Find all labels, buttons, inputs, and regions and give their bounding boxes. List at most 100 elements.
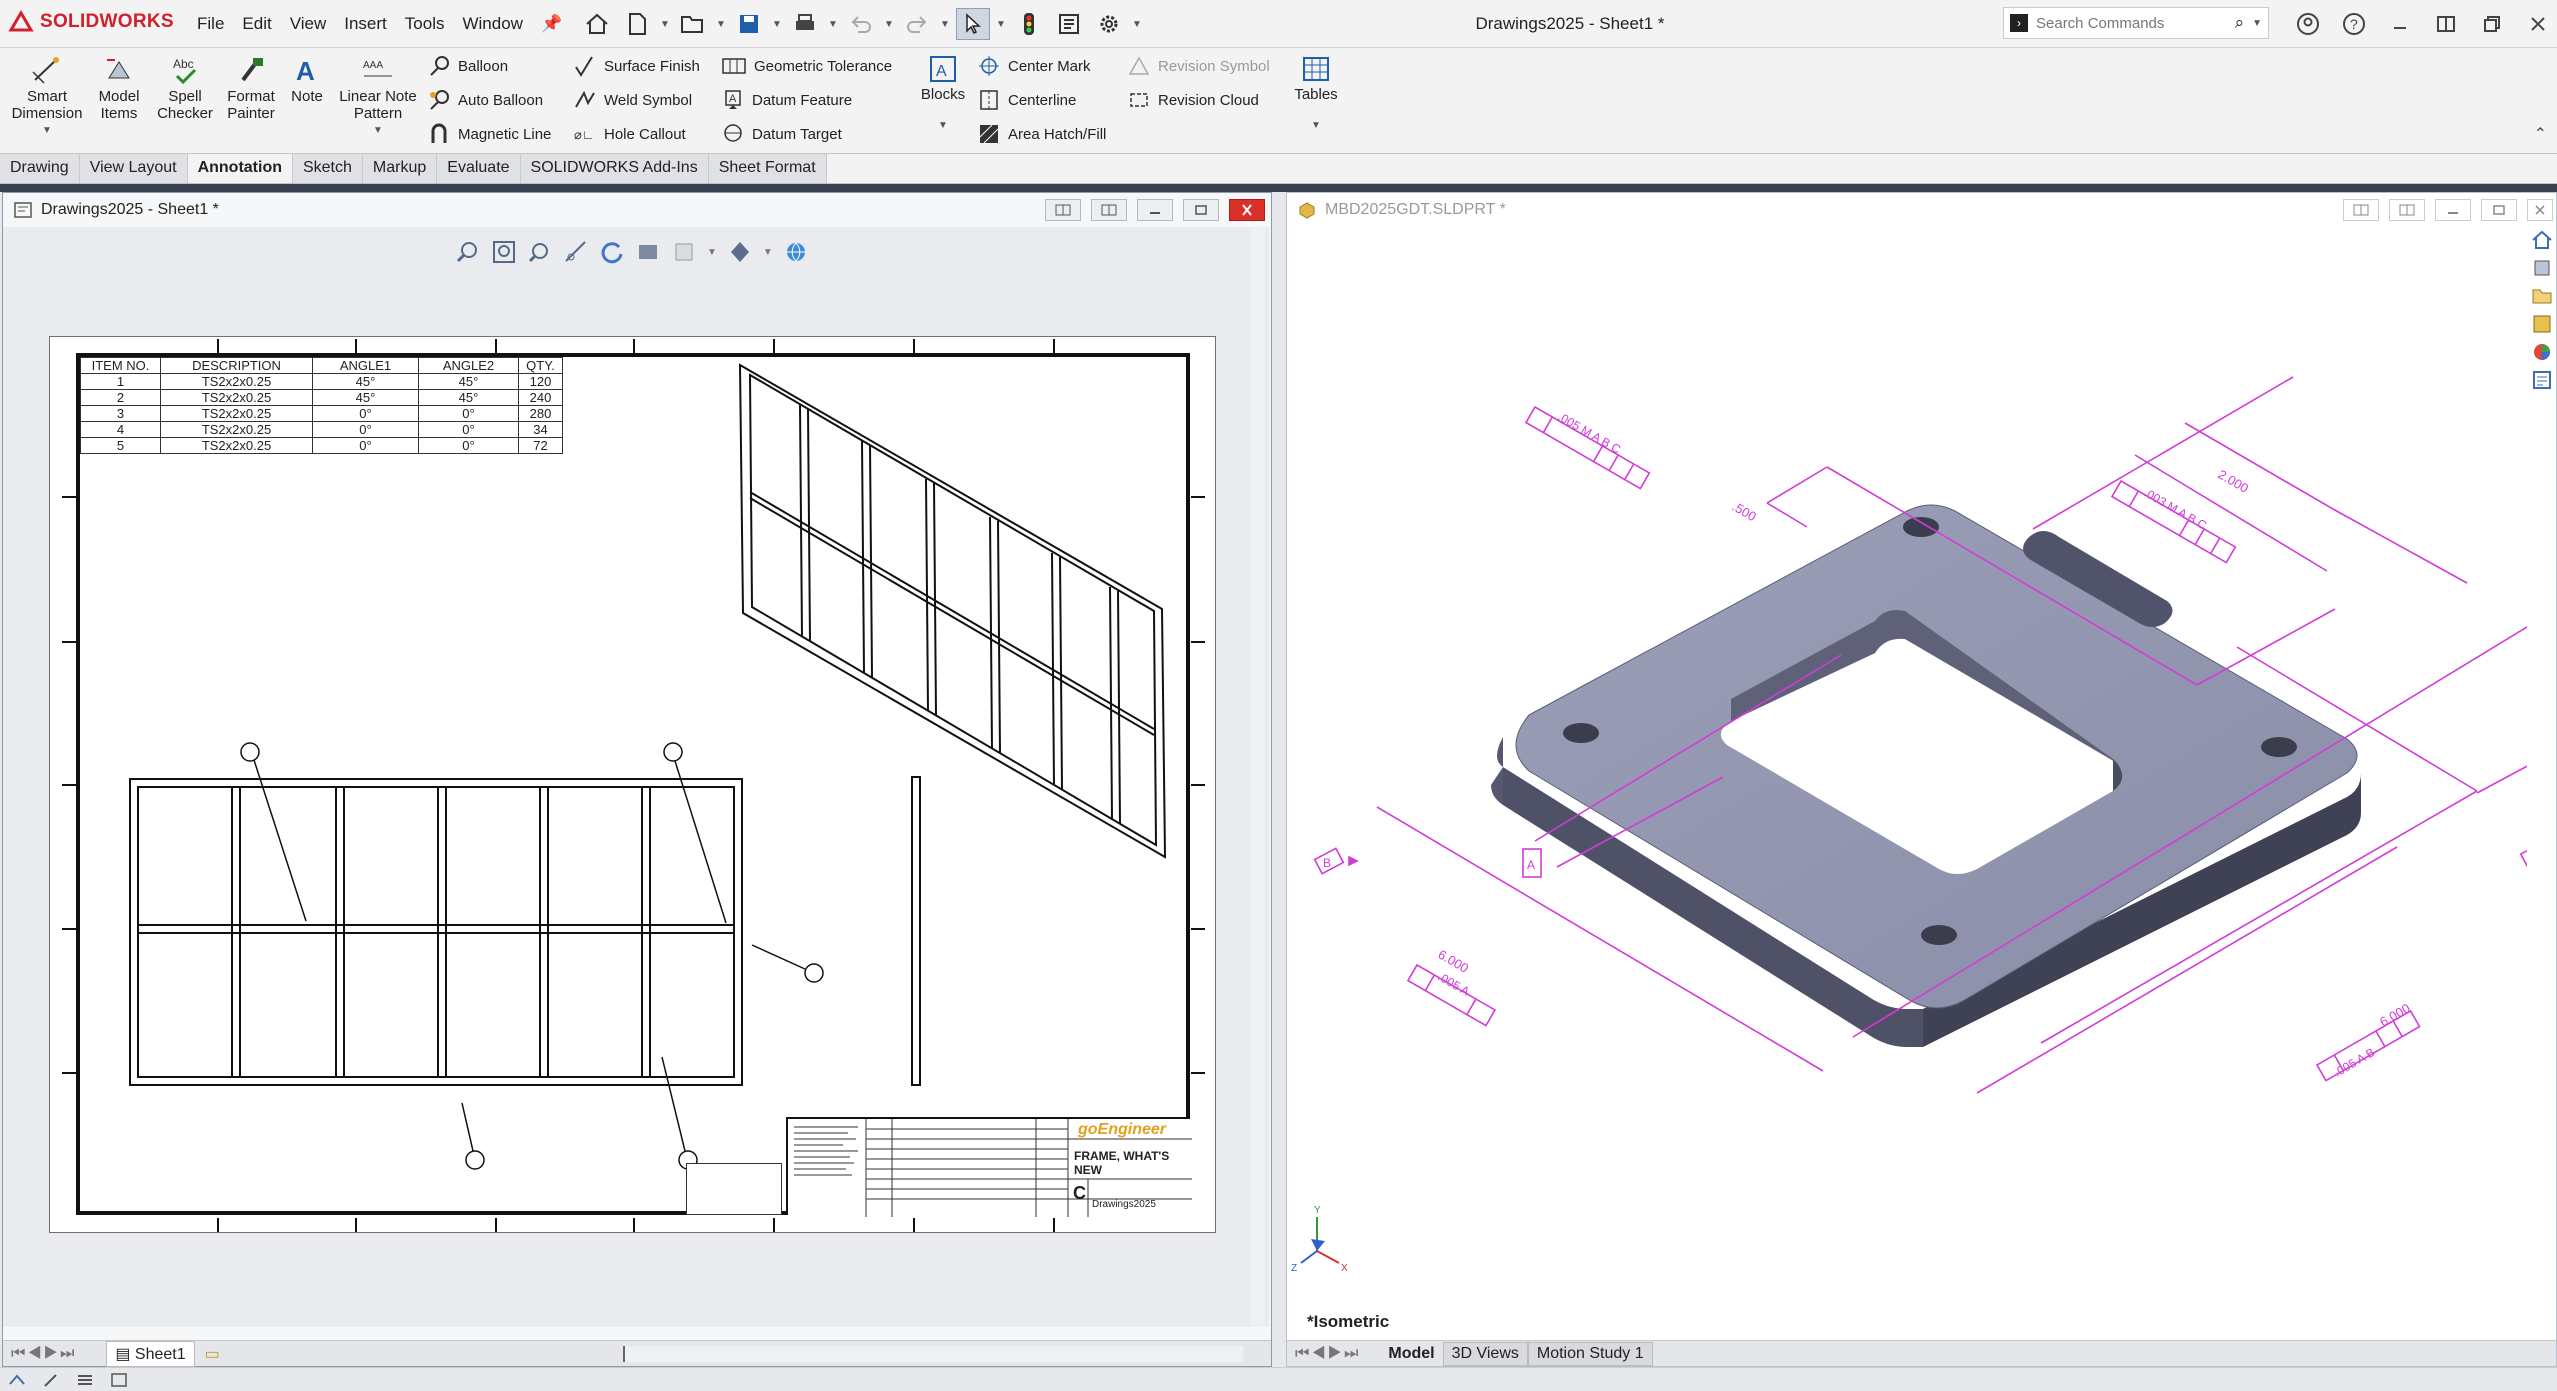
sheet-tab[interactable]: ▤ Sheet1 bbox=[106, 1340, 195, 1367]
weld-symbol-button[interactable]: Weld Symbol bbox=[574, 87, 692, 113]
menu-file[interactable]: File bbox=[188, 12, 233, 36]
rebuild-button[interactable] bbox=[1012, 8, 1046, 40]
drawing-minimize-button[interactable] bbox=[1137, 199, 1173, 221]
datum-feature-button[interactable]: A Datum Feature bbox=[722, 87, 852, 113]
view-settings-icon[interactable] bbox=[727, 239, 753, 265]
surface-finish-button[interactable]: Surface Finish bbox=[574, 53, 700, 79]
home-icon[interactable] bbox=[2531, 229, 2553, 251]
add-sheet-icon[interactable]: ▭ bbox=[205, 1344, 220, 1364]
tab-motion-study[interactable]: Motion Study 1 bbox=[1527, 1341, 1653, 1366]
zoom-to-area-icon[interactable] bbox=[491, 239, 517, 265]
drawing-maximize-button[interactable] bbox=[1183, 199, 1219, 221]
appearance-globe-icon[interactable] bbox=[783, 239, 809, 265]
drawing-close-button[interactable] bbox=[1229, 199, 1265, 221]
tab-model[interactable]: Model bbox=[1380, 1343, 1442, 1365]
part-close-button[interactable] bbox=[2527, 199, 2553, 221]
design-library-icon[interactable] bbox=[2531, 257, 2553, 279]
menu-insert[interactable]: Insert bbox=[335, 12, 396, 36]
spell-checker-button[interactable]: Abc Spell Checker bbox=[154, 54, 216, 122]
sheet-nav-arrows[interactable]: ⏮◀▶⏭ bbox=[11, 1345, 76, 1363]
blocks-button[interactable]: A Blocks ▼ bbox=[920, 54, 966, 134]
part-graphics-area[interactable]: .005 M A B C .500 .003 M A B C 2.000 .00… bbox=[1287, 227, 2527, 1327]
select-dropdown[interactable]: ▼ bbox=[996, 19, 1006, 30]
auto-balloon-button[interactable]: Auto Balloon bbox=[428, 87, 543, 113]
center-mark-button[interactable]: Center Mark bbox=[978, 53, 1091, 79]
tab-sketch[interactable]: Sketch bbox=[292, 154, 363, 183]
tile-windows-button[interactable] bbox=[2426, 8, 2466, 40]
tables-button[interactable]: Tables ▼ bbox=[1290, 54, 1342, 134]
undo-dropdown[interactable]: ▼ bbox=[884, 19, 894, 30]
menu-tools[interactable]: Tools bbox=[396, 12, 454, 36]
search-commands[interactable]: › Search Commands ⌕ ▼ bbox=[2003, 7, 2269, 39]
sketch-icon[interactable] bbox=[563, 239, 589, 265]
menu-window[interactable]: Window bbox=[453, 12, 531, 36]
minimize-button[interactable] bbox=[2380, 8, 2420, 40]
undo-button[interactable] bbox=[844, 8, 878, 40]
solidworks-logo[interactable]: SOLIDWORKS bbox=[8, 10, 174, 34]
restore-button[interactable] bbox=[2472, 8, 2512, 40]
custom-properties-icon[interactable] bbox=[2531, 369, 2553, 391]
file-properties-button[interactable] bbox=[1052, 8, 1086, 40]
rotate-view-icon[interactable] bbox=[599, 239, 625, 265]
table-icon[interactable] bbox=[110, 1372, 128, 1388]
home-button[interactable] bbox=[580, 8, 614, 40]
save-dropdown[interactable]: ▼ bbox=[772, 19, 782, 30]
geometric-tolerance-button[interactable]: Geometric Tolerance bbox=[722, 53, 892, 79]
search-input[interactable]: Search Commands bbox=[2036, 15, 2235, 32]
display-style-icon[interactable] bbox=[635, 239, 661, 265]
tab-markup[interactable]: Markup bbox=[362, 154, 438, 183]
redo-dropdown[interactable]: ▼ bbox=[940, 19, 950, 30]
drawing-horizontal-scrollbar[interactable] bbox=[623, 1346, 1243, 1362]
centerline-button[interactable]: Centerline bbox=[978, 87, 1076, 113]
part-tile-left-button[interactable] bbox=[2343, 199, 2379, 221]
drawing-views[interactable] bbox=[80, 357, 1186, 1211]
select-button[interactable] bbox=[956, 8, 990, 40]
drawing-vertical-scrollbar[interactable] bbox=[1251, 227, 1265, 1327]
menu-edit[interactable]: Edit bbox=[233, 12, 280, 36]
tab-view-layout[interactable]: View Layout bbox=[79, 154, 188, 183]
appearances-icon[interactable] bbox=[2531, 341, 2553, 363]
datum-target-button[interactable]: Datum Target bbox=[722, 121, 842, 147]
area-hatch-fill-button[interactable]: Area Hatch/Fill bbox=[978, 121, 1106, 147]
drawing-sheet-area[interactable]: ▼ ▼ ITEM NO. DESCRIPTION ANGLE1 ANGLE2 Q… bbox=[3, 227, 1269, 1327]
view-palette-icon[interactable] bbox=[2531, 313, 2553, 335]
hole-callout-button[interactable]: ⌀∟ Hole Callout bbox=[574, 121, 686, 147]
list-icon[interactable] bbox=[76, 1372, 94, 1388]
new-button[interactable] bbox=[620, 8, 654, 40]
search-icon[interactable]: ⌕ bbox=[2235, 13, 2245, 33]
save-button[interactable] bbox=[732, 8, 766, 40]
part-maximize-button[interactable] bbox=[2481, 199, 2517, 221]
smart-dimension-button[interactable]: Smart Dimension ▼ bbox=[8, 54, 86, 139]
pin-icon[interactable]: 📌 bbox=[532, 12, 571, 36]
open-button[interactable] bbox=[676, 8, 710, 40]
magnetic-line-button[interactable]: Magnetic Line bbox=[428, 121, 551, 147]
note-button[interactable]: A Note bbox=[286, 54, 328, 105]
redo-button[interactable] bbox=[900, 8, 934, 40]
tile-right-button[interactable] bbox=[1091, 199, 1127, 221]
new-dropdown[interactable]: ▼ bbox=[660, 19, 670, 30]
hide-show-items-icon[interactable] bbox=[671, 239, 697, 265]
pencil-icon[interactable] bbox=[42, 1372, 60, 1388]
revision-cloud-button[interactable]: Revision Cloud bbox=[1128, 87, 1259, 113]
revision-symbol-button[interactable]: Revision Symbol bbox=[1128, 53, 1270, 79]
tab-3d-views[interactable]: 3D Views bbox=[1442, 1341, 1528, 1366]
options-button[interactable] bbox=[1092, 8, 1126, 40]
tab-sheet-format[interactable]: Sheet Format bbox=[708, 154, 827, 183]
help-icon[interactable]: ? bbox=[2334, 8, 2374, 40]
close-button[interactable] bbox=[2518, 8, 2557, 40]
balloon-button[interactable]: Balloon bbox=[428, 53, 508, 79]
open-dropdown[interactable]: ▼ bbox=[716, 19, 726, 30]
print-button[interactable] bbox=[788, 8, 822, 40]
model-items-button[interactable]: Model Items bbox=[92, 54, 146, 122]
tab-evaluate[interactable]: Evaluate bbox=[437, 154, 521, 183]
part-tile-right-button[interactable] bbox=[2389, 199, 2425, 221]
drawing-sheet[interactable]: ITEM NO. DESCRIPTION ANGLE1 ANGLE2 QTY. … bbox=[49, 336, 1216, 1233]
collapse-ribbon-chevron-icon[interactable]: ⌃ bbox=[2534, 124, 2547, 144]
tab-drawing[interactable]: Drawing bbox=[0, 154, 80, 183]
print-dropdown[interactable]: ▼ bbox=[828, 19, 838, 30]
user-icon[interactable] bbox=[2288, 8, 2328, 40]
file-explorer-icon[interactable] bbox=[2531, 285, 2553, 307]
tab-annotation[interactable]: Annotation bbox=[187, 154, 293, 183]
format-painter-button[interactable]: Format Painter bbox=[220, 54, 282, 122]
search-dropdown[interactable]: ▼ bbox=[2252, 18, 2262, 29]
